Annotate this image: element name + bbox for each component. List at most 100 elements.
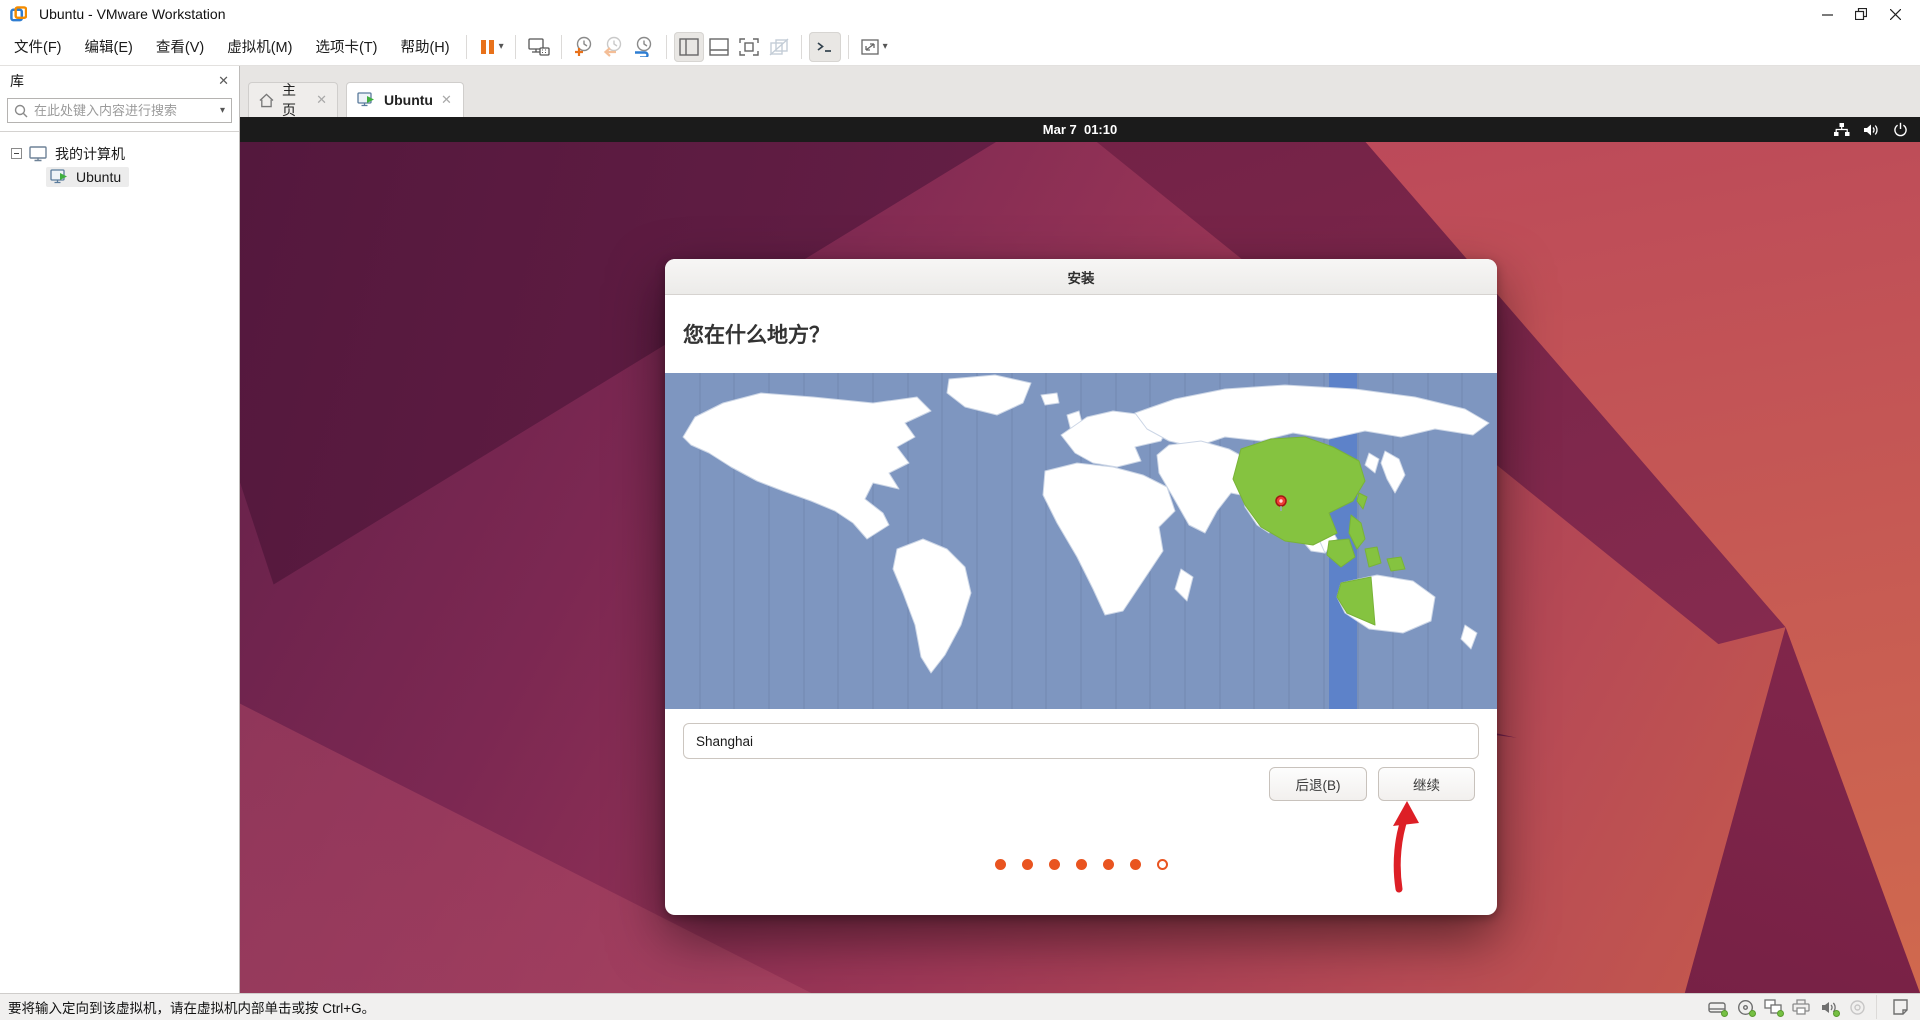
hdd-device-icon[interactable] xyxy=(1705,997,1729,1017)
menu-view[interactable]: 查看(V) xyxy=(147,31,213,62)
vm-tree: 我的计算机 Ubuntu xyxy=(0,131,239,188)
unity-mode-icon xyxy=(769,37,789,56)
vm-icon xyxy=(357,92,374,107)
vm-icon xyxy=(50,168,67,183)
menu-help[interactable]: 帮助(H) xyxy=(391,31,458,62)
tab-label: Ubuntu xyxy=(384,92,433,108)
progress-dot xyxy=(1102,859,1114,870)
send-ctrl-alt-del-icon xyxy=(527,37,550,56)
progress-dot xyxy=(1021,859,1033,870)
continue-button[interactable]: 继续 xyxy=(1378,767,1475,801)
toolbar-separator xyxy=(465,34,467,59)
tree-collapse-icon[interactable] xyxy=(11,148,22,159)
network-adapter-icon[interactable] xyxy=(1761,997,1785,1017)
computer-icon xyxy=(29,145,47,161)
progress-dot xyxy=(1048,859,1060,870)
close-button[interactable] xyxy=(1878,0,1912,28)
menubar: 文件(F) 编辑(E) 查看(V) 虚拟机(M) 选项卡(T) 帮助(H) ▾ xyxy=(0,28,1920,66)
status-message: 要将输入定向到该虚拟机，请在虚拟机内部单击或按 Ctrl+G。 xyxy=(8,1001,376,1016)
toolbar-separator xyxy=(560,34,562,59)
vmware-logo-icon xyxy=(10,5,27,21)
library-search-box[interactable]: ▾ xyxy=(7,98,232,123)
window-title: Ubuntu - VMware Workstation xyxy=(39,6,226,22)
vm-console[interactable]: Mar 7 01:10 安装 您在什么地方？ Shanghai 后退(B) 继续 xyxy=(240,117,1920,993)
pause-icon xyxy=(480,39,494,54)
stretch-dropdown-caret-icon[interactable]: ▾ xyxy=(883,41,888,52)
show-library-icon xyxy=(678,37,699,56)
statusbar-separator xyxy=(1876,995,1877,1019)
revert-snapshot-button[interactable] xyxy=(599,32,629,62)
progress-dot xyxy=(1075,859,1087,870)
message-log-icon[interactable] xyxy=(1888,997,1912,1017)
progress-dot xyxy=(994,859,1006,870)
take-snapshot-icon xyxy=(574,36,591,56)
show-library-button[interactable] xyxy=(673,31,704,62)
device-connected-dot xyxy=(1777,1010,1784,1017)
statusbar: 要将输入定向到该虚拟机，请在虚拟机内部单击或按 Ctrl+G。 xyxy=(0,993,1920,1020)
device-connected-dot xyxy=(1749,1010,1756,1017)
menu-file[interactable]: 文件(F) xyxy=(5,31,71,62)
toolbar-separator xyxy=(665,34,667,59)
stretch-guest-button[interactable]: ▾ xyxy=(856,32,892,62)
library-sidebar: 库 ✕ ▾ 我的计算机 Ubun xyxy=(0,66,240,993)
tree-item-my-computer[interactable]: 我的计算机 xyxy=(0,142,239,165)
timezone-map[interactable] xyxy=(665,373,1497,709)
tab-close-icon[interactable]: ✕ xyxy=(316,92,327,108)
send-ctrl-alt-del-button[interactable] xyxy=(523,32,554,62)
progress-dot xyxy=(1129,859,1141,870)
stretch-guest-icon xyxy=(860,38,879,55)
power-pause-button[interactable]: ▾ xyxy=(474,32,508,62)
tree-item-label: Ubuntu xyxy=(76,168,122,185)
sound-device-icon[interactable] xyxy=(1817,997,1841,1017)
library-title: 库 xyxy=(10,73,24,89)
installer-heading: 您在什么地方？ xyxy=(683,324,830,347)
progress-dot xyxy=(1156,859,1168,870)
take-snapshot-button[interactable] xyxy=(569,32,599,62)
back-button[interactable]: 后退(B) xyxy=(1269,767,1367,801)
tab-home[interactable]: 主页 ✕ xyxy=(248,82,338,118)
minimize-button[interactable] xyxy=(1810,0,1844,28)
toolbar-separator xyxy=(800,34,802,59)
toolbar-separator xyxy=(514,34,516,59)
device-connected-dot xyxy=(1833,1010,1840,1017)
thumbnail-bar-icon xyxy=(708,37,729,56)
search-icon xyxy=(14,104,28,117)
network-icon[interactable] xyxy=(1833,122,1850,137)
tab-strip: 主页 ✕ Ubuntu ✕ xyxy=(240,66,1920,118)
power-icon[interactable] xyxy=(1893,122,1908,137)
tree-item-ubuntu[interactable]: Ubuntu xyxy=(0,165,239,188)
webcam-device-icon[interactable] xyxy=(1845,997,1869,1017)
tab-label: 主页 xyxy=(281,82,296,118)
show-thumbnail-bar-button[interactable] xyxy=(704,32,734,62)
library-search-input[interactable] xyxy=(34,103,217,118)
manage-snapshots-icon xyxy=(634,36,651,57)
printer-icon[interactable] xyxy=(1789,997,1813,1017)
library-close-icon[interactable]: ✕ xyxy=(218,73,229,89)
menu-tabs[interactable]: 选项卡(T) xyxy=(306,31,386,62)
tree-item-label: 我的计算机 xyxy=(55,145,125,162)
window-titlebar: Ubuntu - VMware Workstation xyxy=(0,0,1920,28)
restore-button[interactable] xyxy=(1844,0,1878,28)
annotation-arrow xyxy=(1393,801,1419,893)
fullscreen-icon xyxy=(738,37,759,56)
console-view-button[interactable] xyxy=(808,31,841,62)
manage-snapshots-button[interactable] xyxy=(629,32,659,62)
home-icon xyxy=(259,93,274,107)
toolbar-separator xyxy=(847,34,849,59)
menu-edit[interactable]: 编辑(E) xyxy=(76,31,142,62)
device-connected-dot xyxy=(1721,1010,1728,1017)
console-icon xyxy=(817,41,831,52)
unity-mode-button[interactable] xyxy=(764,32,794,62)
installer-titlebar[interactable]: 安装 xyxy=(665,259,1497,295)
location-input[interactable] xyxy=(683,723,1479,759)
ubuntu-clock[interactable]: Mar 7 01:10 xyxy=(240,117,1920,142)
menu-vm[interactable]: 虚拟机(M) xyxy=(218,31,301,62)
power-dropdown-caret-icon[interactable]: ▾ xyxy=(499,41,504,52)
tab-close-icon[interactable]: ✕ xyxy=(441,92,452,108)
volume-icon[interactable] xyxy=(1863,123,1880,137)
search-options-caret-icon[interactable]: ▾ xyxy=(220,105,225,116)
cdrom-device-icon[interactable] xyxy=(1733,997,1757,1017)
revert-snapshot-icon xyxy=(603,36,621,57)
fullscreen-button[interactable] xyxy=(734,32,764,62)
tab-ubuntu[interactable]: Ubuntu ✕ xyxy=(346,82,464,117)
